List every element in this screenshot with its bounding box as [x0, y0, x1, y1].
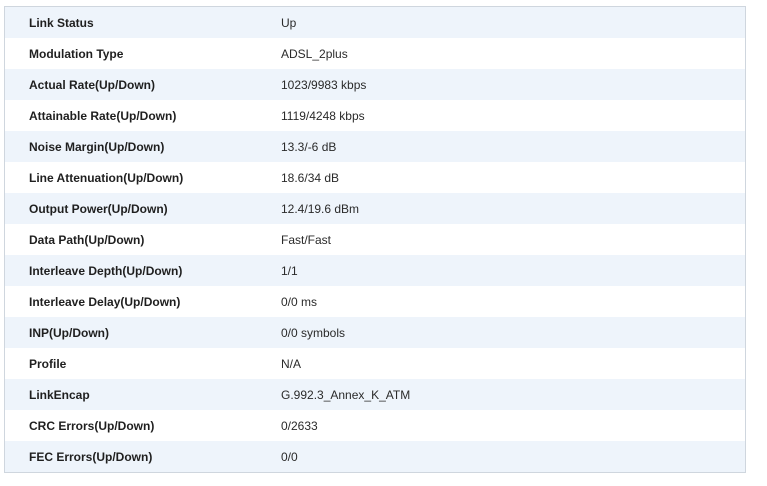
table-row: Link Status Up — [5, 7, 745, 38]
row-value: 0/0 symbols — [281, 325, 346, 340]
row-value: N/A — [281, 356, 302, 371]
row-value: Up — [281, 15, 297, 30]
row-value: G.992.3_Annex_K_ATM — [281, 387, 411, 402]
row-value: 1023/9983 kbps — [281, 77, 367, 92]
row-label: Data Path(Up/Down) — [29, 232, 145, 247]
row-label: FEC Errors(Up/Down) — [29, 449, 153, 464]
row-value: 0/0 ms — [281, 294, 318, 309]
row-label: LinkEncap — [29, 387, 90, 402]
row-value: 18.6/34 dB — [281, 170, 340, 185]
table-row: Line Attenuation(Up/Down) 18.6/34 dB — [5, 162, 745, 193]
table-row: LinkEncap G.992.3_Annex_K_ATM — [5, 379, 745, 410]
row-label: Modulation Type — [29, 46, 124, 61]
row-value: 1119/4248 kbps — [281, 108, 365, 123]
row-value: 12.4/19.6 dBm — [281, 201, 360, 216]
dsl-status-panel: Link Status Up Modulation Type ADSL_2plu… — [4, 6, 746, 473]
table-row: Attainable Rate(Up/Down) 1119/4248 kbps — [5, 100, 745, 131]
row-value: 13.3/-6 dB — [281, 139, 337, 154]
table-row: Interleave Depth(Up/Down) 1/1 — [5, 255, 745, 286]
row-label: Output Power(Up/Down) — [29, 201, 168, 216]
row-value: 0/2633 — [281, 418, 318, 433]
row-label: Interleave Depth(Up/Down) — [29, 263, 183, 278]
row-label: Noise Margin(Up/Down) — [29, 139, 165, 154]
table-row: Actual Rate(Up/Down) 1023/9983 kbps — [5, 69, 745, 100]
row-value: ADSL_2plus — [281, 46, 348, 61]
row-label: Attainable Rate(Up/Down) — [29, 108, 177, 123]
row-value: 0/0 — [281, 449, 298, 464]
row-label: Actual Rate(Up/Down) — [29, 77, 155, 92]
table-row: Profile N/A — [5, 348, 745, 379]
table-row: Data Path(Up/Down) Fast/Fast — [5, 224, 745, 255]
table-row: Modulation Type ADSL_2plus — [5, 38, 745, 69]
table-row: CRC Errors(Up/Down) 0/2633 — [5, 410, 745, 441]
table-row: Interleave Delay(Up/Down) 0/0 ms — [5, 286, 745, 317]
dsl-status-table: Link Status Up Modulation Type ADSL_2plu… — [5, 7, 745, 472]
table-row: Output Power(Up/Down) 12.4/19.6 dBm — [5, 193, 745, 224]
table-row: INP(Up/Down) 0/0 symbols — [5, 317, 745, 348]
row-label: CRC Errors(Up/Down) — [29, 418, 155, 433]
table-row: FEC Errors(Up/Down) 0/0 — [5, 441, 745, 472]
row-label: Profile — [29, 356, 67, 371]
row-label: Interleave Delay(Up/Down) — [29, 294, 181, 309]
row-value: Fast/Fast — [281, 232, 332, 247]
table-row: Noise Margin(Up/Down) 13.3/-6 dB — [5, 131, 745, 162]
row-label: INP(Up/Down) — [29, 325, 109, 340]
row-label: Line Attenuation(Up/Down) — [29, 170, 184, 185]
row-value: 1/1 — [281, 263, 298, 278]
row-label: Link Status — [29, 15, 94, 30]
